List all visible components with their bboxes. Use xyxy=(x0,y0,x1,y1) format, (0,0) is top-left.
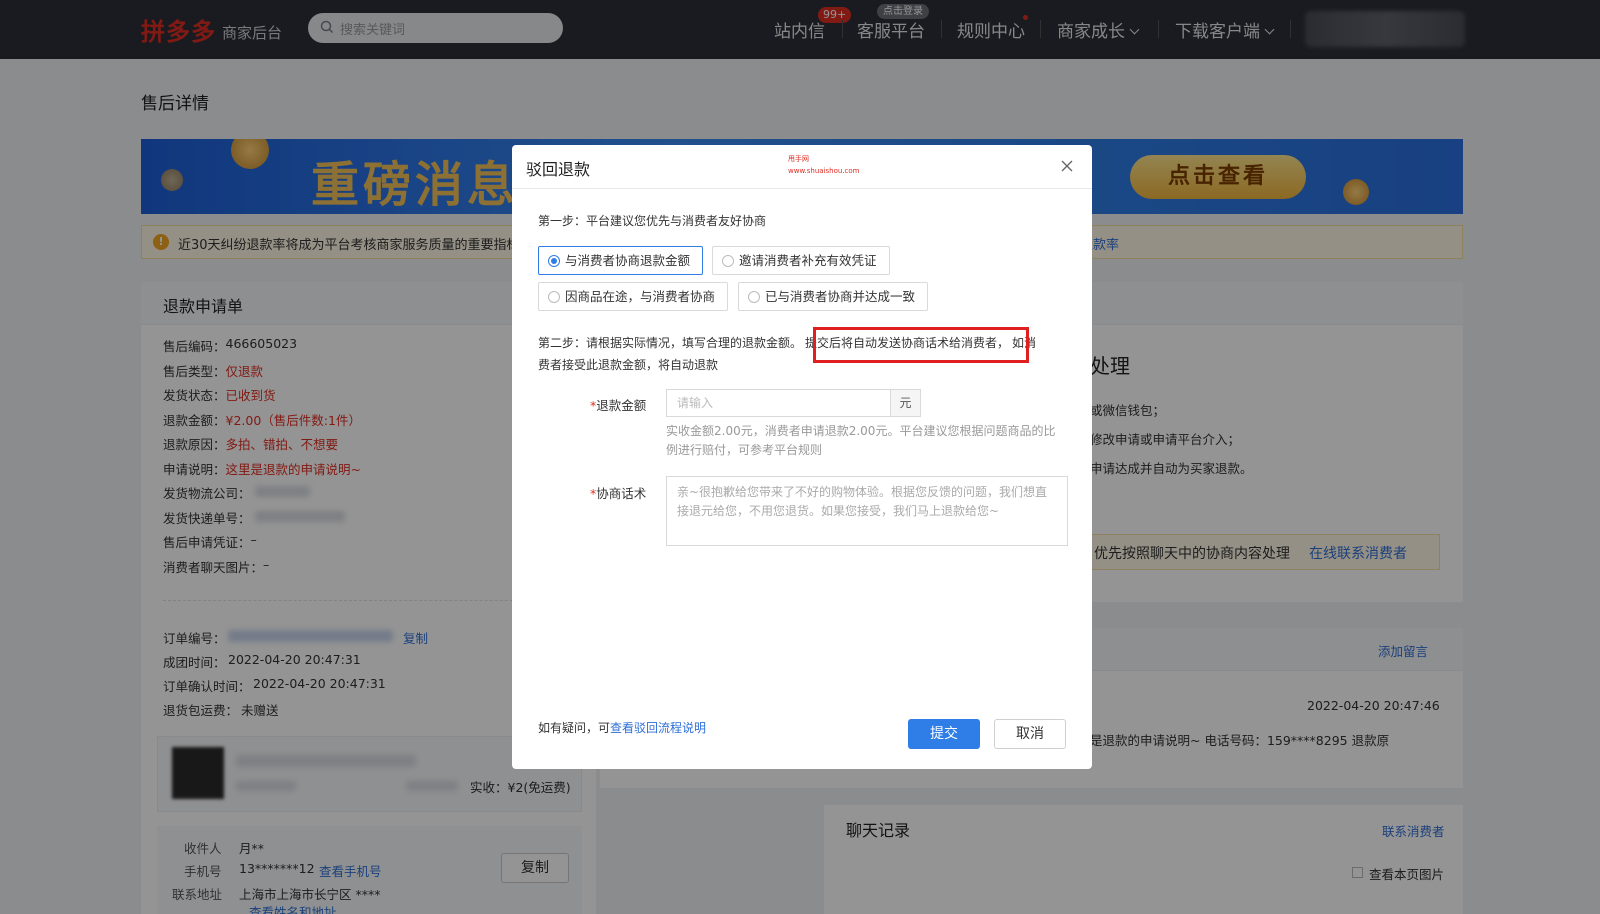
currency-unit: 元 xyxy=(890,389,921,417)
dialog-title: 驳回退款 xyxy=(526,160,591,179)
option-label: 因商品在途，与消费者协商 xyxy=(565,289,716,304)
refund-amount-hint: 实收金额2.00元，消费者申请退款2.00元。平台建议您根据问题商品的比例进行赔… xyxy=(666,424,1056,457)
negotiation-script-textarea[interactable]: 亲~很抱歉给您带来了不好的购物体验。根据您反馈的问题，我们想直接退元给您，不用您… xyxy=(666,476,1068,546)
help-text: 如有疑问，可 xyxy=(538,721,611,735)
step-one-text: 第一步：平台建议您优先与消费者友好协商 xyxy=(538,214,767,228)
close-icon[interactable] xyxy=(1060,159,1074,173)
option-label: 已与消费者协商并达成一致 xyxy=(765,289,916,304)
option-label: 与消费者协商退款金额 xyxy=(565,253,691,268)
step-two-part-a: 第二步：请根据实际情况，填写合理的退款金额。 xyxy=(538,336,803,350)
negotiation-script-label: *协商话术 xyxy=(590,483,646,502)
reject-process-link[interactable]: 查看驳回流程说明 xyxy=(610,721,706,735)
option-label: 邀请消费者补充有效凭证 xyxy=(739,253,877,268)
step-two-part-c: 费者接受此退款金额，将自动退款 xyxy=(538,358,719,372)
dialog-header: 驳回退款 甩手网 www.shuaishou.com xyxy=(512,145,1092,189)
reject-refund-dialog: 驳回退款 甩手网 www.shuaishou.com 第一步：平台建议您优先与消… xyxy=(512,145,1092,769)
cancel-button[interactable]: 取消 xyxy=(994,719,1066,749)
dialog-footer-help: 如有疑问，可查看驳回流程说明 xyxy=(538,719,706,736)
highlight-box xyxy=(813,327,1029,363)
negotiation-script-label-text: 协商话术 xyxy=(596,486,647,501)
option-goods-in-transit[interactable]: 因商品在途，与消费者协商 xyxy=(538,282,729,311)
watermark-brand: 甩手网 xyxy=(788,155,809,163)
radio-icon xyxy=(548,291,560,303)
watermark-url: www.shuaishou.com xyxy=(788,167,860,175)
option-request-evidence[interactable]: 邀请消费者补充有效凭证 xyxy=(712,246,890,275)
refund-amount-label-text: 退款金额 xyxy=(596,398,647,413)
option-negotiate-amount[interactable]: 与消费者协商退款金额 xyxy=(538,246,704,275)
option-agreement-reached[interactable]: 已与消费者协商并达成一致 xyxy=(738,282,929,311)
radio-icon xyxy=(722,255,734,267)
refund-amount-input[interactable]: 请输入 xyxy=(666,389,891,417)
refund-amount-label: *退款金额 xyxy=(590,395,646,414)
submit-button[interactable]: 提交 xyxy=(908,719,980,749)
radio-icon xyxy=(748,291,760,303)
radio-selected-icon xyxy=(548,255,560,267)
